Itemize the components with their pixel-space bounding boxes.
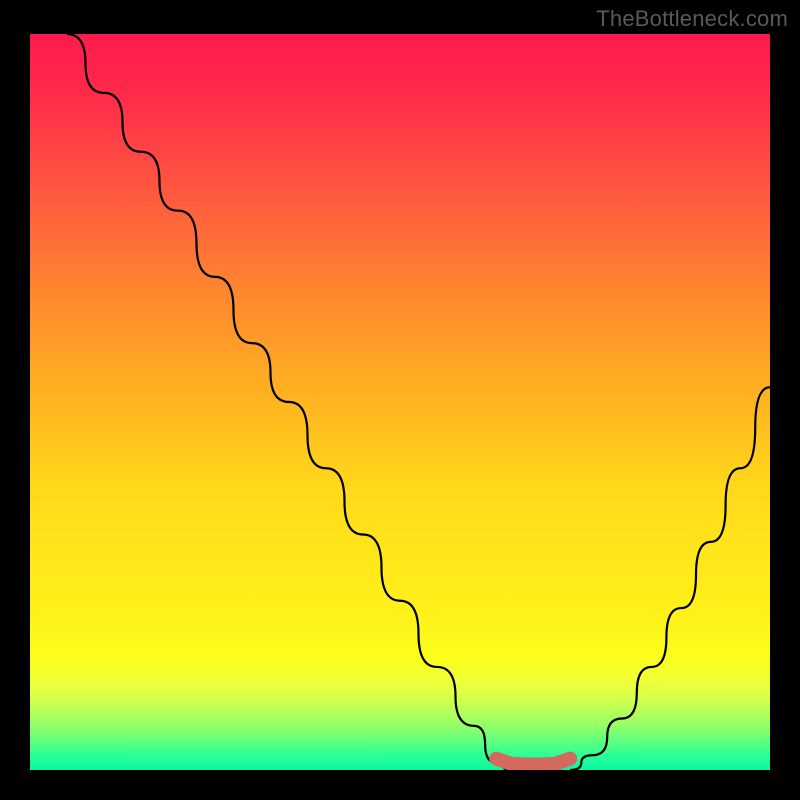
chart-curves-svg [30, 34, 770, 770]
bottom-highlight [496, 759, 570, 765]
chart-plot-area [30, 34, 770, 770]
curve-left [67, 34, 511, 770]
attribution-text: TheBottleneck.com [596, 6, 788, 32]
curve-right [570, 387, 770, 770]
